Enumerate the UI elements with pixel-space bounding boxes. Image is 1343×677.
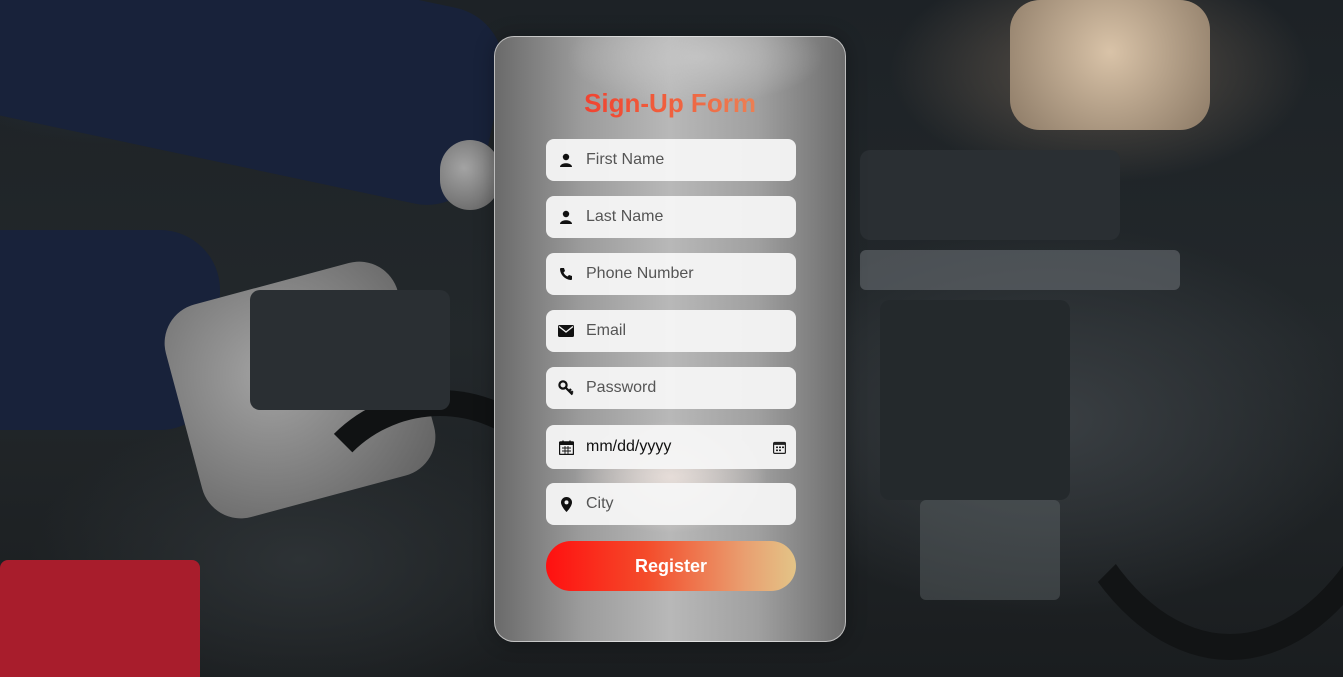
city-input[interactable] (586, 495, 756, 513)
phone-icon (546, 267, 586, 281)
email-field[interactable] (546, 310, 796, 352)
calendar-picker-icon[interactable] (762, 441, 796, 454)
password-input[interactable] (586, 379, 756, 397)
user-icon (546, 210, 586, 224)
envelope-icon (546, 325, 586, 337)
first-name-field[interactable] (546, 139, 796, 181)
city-field[interactable] (546, 483, 796, 525)
user-icon (546, 153, 586, 167)
register-button[interactable]: Register (546, 541, 796, 591)
calendar-icon (546, 440, 586, 455)
phone-field[interactable] (546, 253, 796, 295)
last-name-field[interactable] (546, 196, 796, 238)
last-name-input[interactable] (586, 208, 756, 226)
password-field[interactable] (546, 367, 796, 409)
date-input[interactable]: mm/dd/yyyy (586, 438, 762, 456)
first-name-input[interactable] (586, 151, 756, 169)
date-field[interactable]: mm/dd/yyyy (546, 425, 796, 469)
map-pin-icon (546, 496, 586, 512)
phone-input[interactable] (586, 265, 756, 283)
key-icon (546, 380, 586, 396)
email-input[interactable] (586, 322, 756, 340)
form-title: Sign-Up Form (495, 88, 845, 119)
signup-card: Sign-Up Form mm/dd/yyyy (494, 36, 846, 642)
